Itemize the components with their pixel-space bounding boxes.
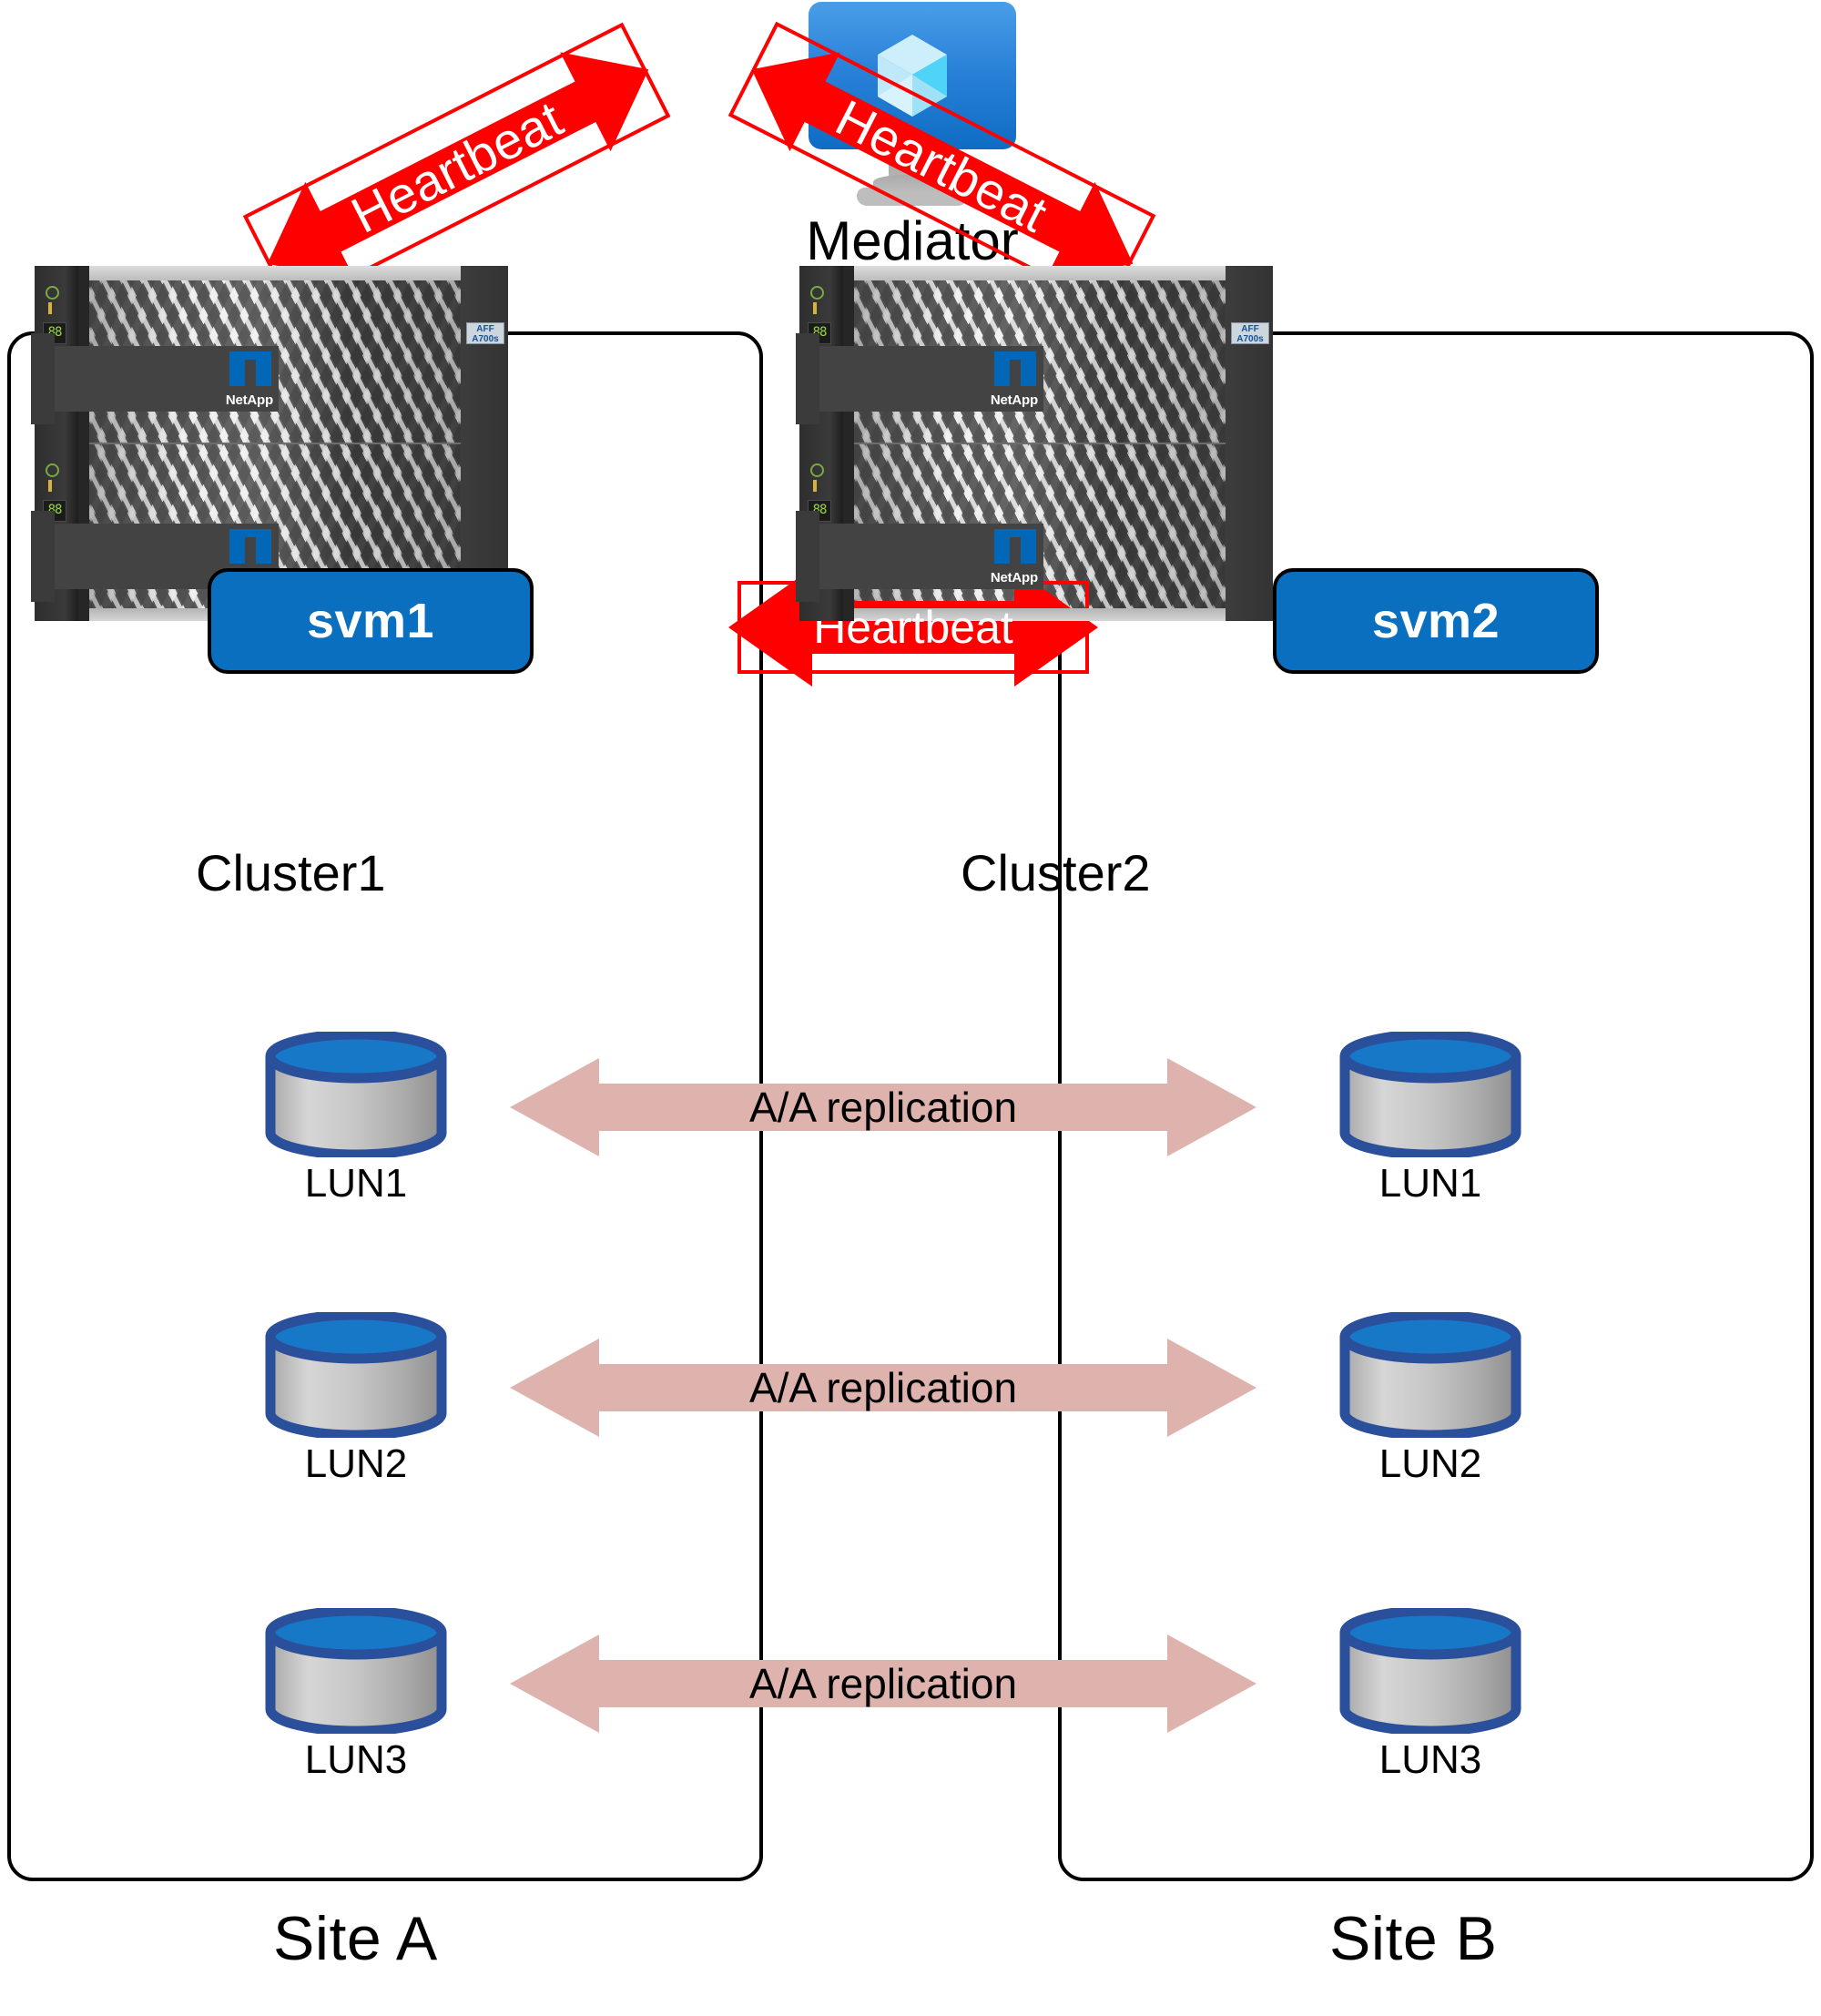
chassis-edge-top [854, 266, 1226, 280]
chassis-handle: NetApp [796, 511, 1043, 602]
netapp-wordmark: NetApp [225, 392, 273, 408]
power-led-icon [810, 463, 824, 477]
cluster2-label: Cluster2 [961, 844, 1151, 901]
netapp-logo-icon [229, 351, 271, 386]
replication-label: A/A replication [748, 1084, 1018, 1131]
alert-led-icon [48, 302, 52, 314]
model-badge: AFF A700s [466, 322, 504, 344]
cylinder-icon [265, 1312, 447, 1438]
netapp-logo-icon [994, 351, 1036, 386]
replication-arrow-3: A/A replication [510, 1633, 1256, 1735]
cylinder-icon [265, 1608, 447, 1734]
cluster1-label: Cluster1 [196, 844, 386, 901]
lun-cylinder-site-b-1[interactable]: LUN1 [1337, 1032, 1524, 1206]
model-badge-line2: A700s [472, 334, 499, 344]
netapp-wordmark: NetApp [990, 392, 1038, 408]
model-badge-line1: AFF [476, 324, 494, 334]
lun-label: LUN3 [1378, 1737, 1482, 1782]
svm2-box[interactable]: svm2 [1273, 568, 1599, 674]
netapp-logo-icon [229, 529, 271, 564]
lun-cylinder-site-a-3[interactable]: LUN3 [262, 1608, 450, 1782]
cylinder-icon [265, 1032, 447, 1157]
lun-cylinder-site-b-2[interactable]: LUN2 [1337, 1312, 1524, 1486]
cylinder-icon [1339, 1608, 1521, 1734]
replication-arrow-2: A/A replication [510, 1337, 1256, 1439]
cylinder-icon [1339, 1312, 1521, 1438]
model-badge-line1: AFF [1241, 324, 1259, 334]
chassis-handle-tab [31, 333, 55, 424]
model-badge: AFF A700s [1231, 322, 1269, 344]
netapp-wordmark: NetApp [990, 570, 1038, 585]
power-led-icon [810, 286, 824, 300]
lun-label: LUN1 [1378, 1161, 1482, 1206]
alert-led-icon [48, 480, 52, 492]
replication-arrow-1: A/A replication [510, 1056, 1256, 1158]
chassis-divider [89, 443, 461, 444]
netapp-logo-icon [994, 529, 1036, 564]
model-badge-line2: A700s [1236, 334, 1264, 344]
chassis-edge-top [89, 266, 461, 280]
netapp-chassis-cluster2: 88 AFF A700s NetApp 88 NetApp [796, 266, 1273, 621]
chassis-handle: NetApp [31, 333, 279, 424]
chassis-controller-top: 88 AFF A700s NetApp [31, 266, 508, 443]
lun-label: LUN2 [304, 1441, 408, 1486]
chassis-right-panel: AFF A700s [1226, 266, 1273, 443]
lun-label: LUN3 [304, 1737, 408, 1782]
heartbeat-label-center: Heartbeat [813, 602, 1013, 653]
cylinder-icon [1339, 1032, 1521, 1157]
lun-label: LUN2 [1378, 1441, 1482, 1486]
site-a-label: Site A [273, 1904, 438, 1973]
lun-cylinder-site-a-1[interactable]: LUN1 [262, 1032, 450, 1206]
chassis-handle-tab [796, 333, 819, 424]
chassis-right-panel [1226, 443, 1273, 621]
chassis-controller-top: 88 AFF A700s NetApp [796, 266, 1273, 443]
replication-label: A/A replication [748, 1364, 1018, 1411]
chassis-handle-tab [796, 511, 819, 602]
chassis-handle: NetApp [796, 333, 1043, 424]
alert-led-icon [813, 302, 817, 314]
power-led-icon [46, 286, 59, 300]
heartbeat-arrow-cluster-to-cluster: Heartbeat [728, 568, 1098, 687]
lun-label: LUN1 [304, 1161, 408, 1206]
lun-cylinder-site-b-3[interactable]: LUN3 [1337, 1608, 1524, 1782]
site-b-label: Site B [1329, 1904, 1498, 1973]
diagram-canvas: Mediator Heartbeat Heartbeat 88 AFF A700… [0, 0, 1821, 2016]
power-led-icon [46, 463, 59, 477]
lun-cylinder-site-a-2[interactable]: LUN2 [262, 1312, 450, 1486]
chassis-handle-tab [31, 511, 55, 602]
alert-led-icon [813, 480, 817, 492]
replication-label: A/A replication [748, 1660, 1018, 1707]
chassis-right-panel: AFF A700s [461, 266, 508, 443]
chassis-divider [854, 443, 1226, 444]
svm1-box[interactable]: svm1 [208, 568, 534, 674]
